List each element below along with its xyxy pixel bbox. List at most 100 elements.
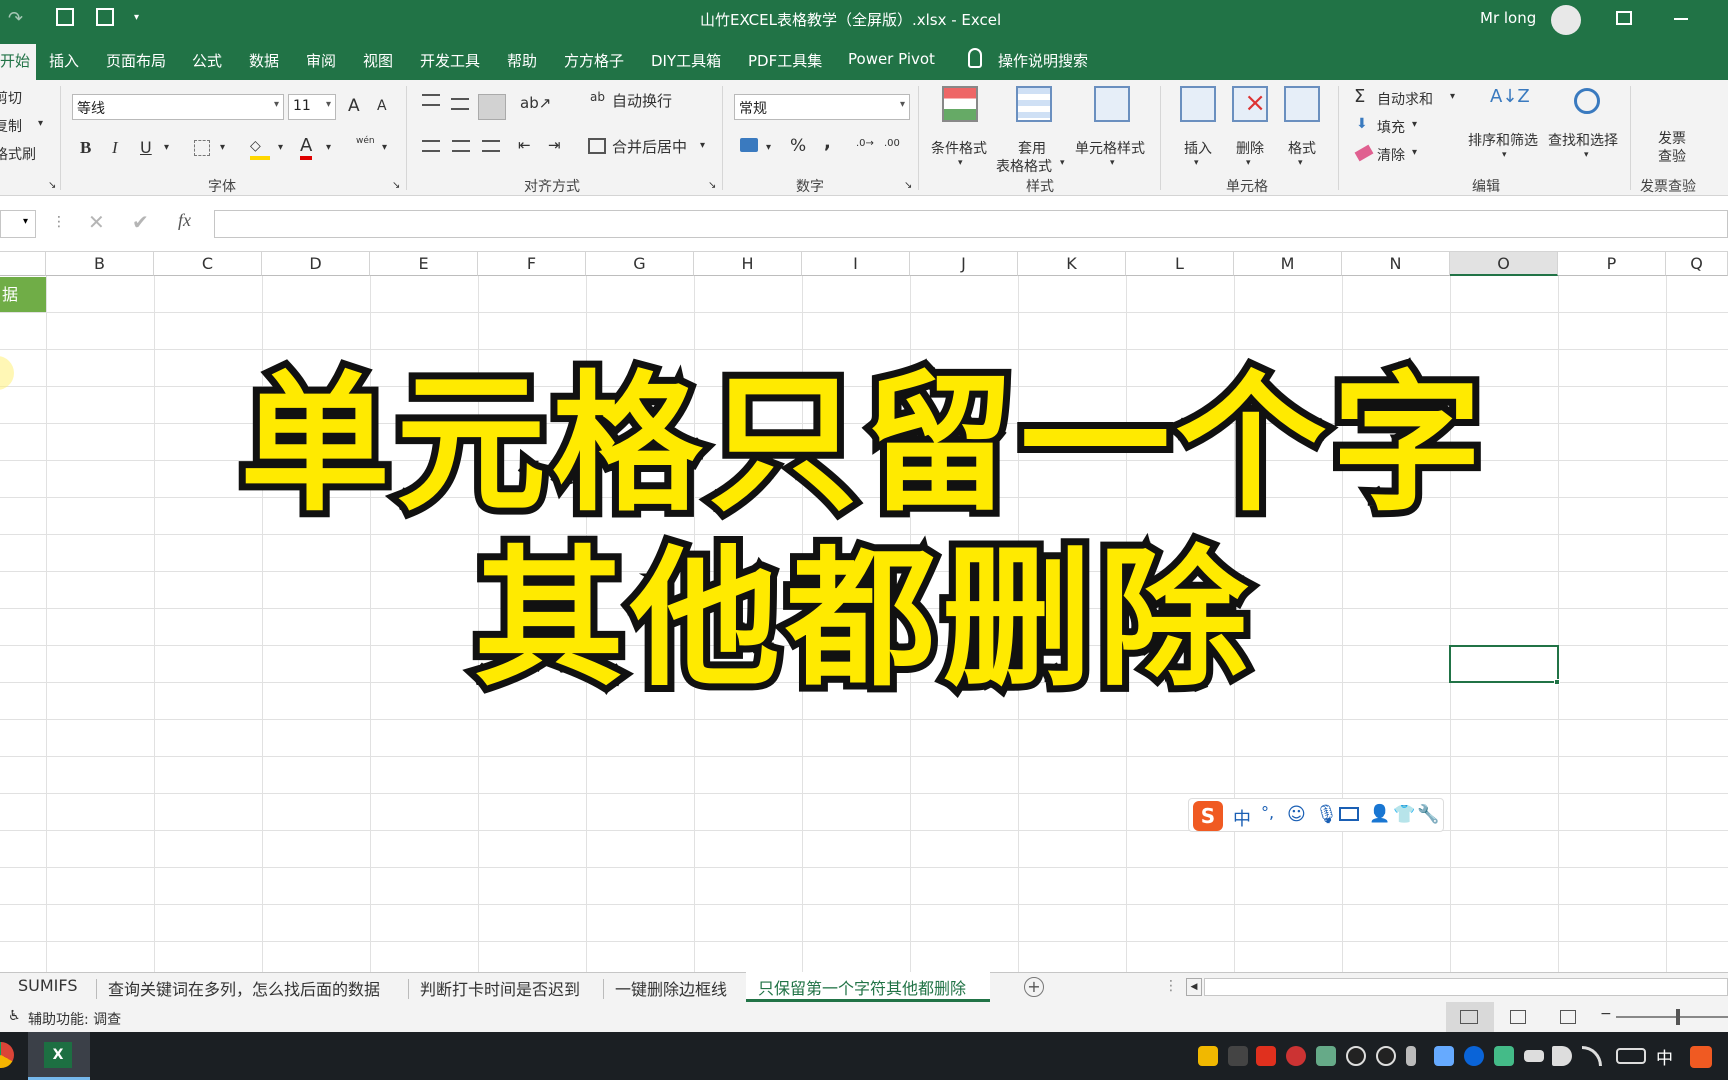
page-break-view-icon[interactable] [1560,1010,1576,1024]
selected-cell[interactable] [1449,645,1559,683]
align-left-icon[interactable] [422,140,440,152]
minimize-icon[interactable] [1674,18,1688,20]
orientation-icon[interactable]: ab↗ [520,94,551,112]
cancel-icon[interactable]: ✕ [88,210,105,234]
border-icon[interactable] [194,140,210,156]
conditional-format-button[interactable]: 条件格式 [931,138,987,158]
accounting-dropdown-icon[interactable]: ▾ [766,142,771,153]
wrap-text-button[interactable]: 自动换行 [612,90,672,111]
add-sheet-icon[interactable]: + [1024,977,1044,997]
tab-formulas[interactable]: 公式 [192,50,222,71]
enter-icon[interactable]: ✔ [132,210,149,234]
delete-cells-button[interactable]: 删除 [1236,138,1264,158]
decrease-decimal-icon[interactable]: .00 [884,138,900,149]
cloud-icon[interactable] [1494,1046,1514,1066]
skin-icon[interactable]: 👕 [1393,804,1415,825]
font-color-dropdown-icon[interactable]: ▾ [326,142,331,153]
customize-toolbar-icon[interactable]: ▾ [134,12,139,23]
copy-button[interactable]: 复制 [0,116,22,136]
underline-dropdown-icon[interactable]: ▾ [164,142,169,153]
excel-taskbar-button[interactable]: X [28,1032,90,1080]
cell-styles-dropdown-icon[interactable]: ▾ [1110,158,1115,168]
invoice-check-button-line2[interactable]: 查验 [1658,146,1686,166]
increase-decimal-icon[interactable]: .0→ [856,138,874,149]
sogou-tray-icon[interactable] [1256,1046,1276,1066]
bold-button[interactable]: B [80,138,91,158]
font-name-combo[interactable]: 等线 ▾ [72,94,284,120]
zoom-out-icon[interactable]: − [1600,1006,1612,1022]
tab-data[interactable]: 数据 [249,50,279,71]
font-launcher-icon[interactable]: ↘ [392,180,400,191]
more-options-icon[interactable]: ⋮ [1164,978,1178,994]
alignment-launcher-icon[interactable]: ↘ [708,180,716,191]
copy-dropdown-icon[interactable]: ▾ [38,118,43,129]
align-middle-icon[interactable] [451,98,469,110]
fill-dropdown-icon[interactable]: ▾ [1412,119,1417,130]
column-header-q[interactable]: Q [1666,252,1728,276]
invoice-check-button[interactable]: 发票 [1658,128,1686,148]
column-header-d[interactable]: D [262,252,370,276]
percent-button[interactable]: % [790,136,806,156]
sheet-tab-active[interactable]: 只保留第一个字符其他都删除 [746,972,990,1002]
zoom-slider[interactable] [1616,1009,1728,1025]
table-icon[interactable] [96,8,114,26]
format-cells-button[interactable]: 格式 [1288,138,1316,158]
fill-button[interactable]: 填充 [1377,117,1405,137]
taskbar-ime-indicator[interactable]: 中 [1656,1044,1673,1069]
fill-color-icon[interactable]: ◇ [250,138,270,160]
fill-handle[interactable] [1554,679,1560,685]
microphone-tray-icon[interactable] [1406,1046,1416,1066]
italic-button[interactable]: I [112,138,118,158]
print-preview-icon[interactable] [56,8,74,26]
tell-me-search[interactable]: 操作说明搜索 [998,50,1088,71]
cut-button[interactable]: 剪切 [0,88,22,108]
emoji-icon[interactable]: ☺ [1287,804,1306,825]
align-bottom-icon[interactable] [478,94,506,120]
tab-help[interactable]: 帮助 [507,50,537,71]
column-header-p[interactable]: P [1558,252,1666,276]
merge-center-button[interactable]: 合并后居中 [612,136,687,157]
column-header-i[interactable]: I [802,252,910,276]
g-app-icon[interactable] [1228,1046,1248,1066]
align-right-icon[interactable] [482,140,500,152]
ime-toolbar[interactable]: S 中 °, ☺ 🎙 👤 👕 🔧 [1188,798,1444,832]
wrench-icon[interactable]: 🔧 [1417,804,1439,825]
column-header-h[interactable]: H [694,252,802,276]
align-top-icon[interactable] [422,94,440,106]
merge-dropdown-icon[interactable]: ▾ [700,140,705,151]
horizontal-scrollbar[interactable] [1204,978,1728,996]
page-layout-view-icon[interactable] [1510,1010,1526,1024]
ribbon-display-icon[interactable] [1616,11,1632,25]
column-header-e[interactable]: E [370,252,478,276]
tab-fangfange[interactable]: 方方格子 [564,50,624,71]
insert-function-icon[interactable]: fx [178,210,191,231]
tab-review[interactable]: 审阅 [306,50,336,71]
autosum-button[interactable]: 自动求和 [1377,89,1433,109]
insert-cells-button[interactable]: 插入 [1184,138,1212,158]
comma-button[interactable]: , [824,132,831,153]
number-format-combo[interactable]: 常规 ▾ [734,94,910,120]
undo-icon[interactable]: ↷ [8,8,23,29]
column-header-n[interactable]: N [1342,252,1450,276]
column-header-b[interactable]: B [46,252,154,276]
autosum-dropdown-icon[interactable]: ▾ [1450,91,1455,102]
touch-keyboard-icon[interactable] [1616,1048,1646,1064]
border-dropdown-icon[interactable]: ▾ [220,142,225,153]
column-header-l[interactable]: L [1126,252,1234,276]
user-icon[interactable]: 👤 [1369,804,1390,824]
ime-mode-indicator[interactable]: 中 [1233,805,1251,831]
column-header-a[interactable] [0,252,46,276]
decrease-indent-icon[interactable]: ⇤ [518,136,531,154]
conditional-format-dropdown-icon[interactable]: ▾ [958,158,963,168]
tab-insert[interactable]: 插入 [49,50,79,71]
qq-icon-2[interactable] [1376,1046,1396,1066]
align-center-icon[interactable] [452,140,470,152]
tab-pdf-tools[interactable]: PDF工具集 [748,50,822,71]
more-options-icon[interactable]: ⋮ [52,214,66,230]
cell-styles-button[interactable]: 单元格样式 [1075,138,1145,158]
grow-font-button[interactable]: A [348,96,360,116]
sheet-tab-multi-column-lookup[interactable]: 查询关键词在多列，怎么找后面的数据 [108,976,380,1000]
shield-icon[interactable] [1198,1046,1218,1066]
chrome-icon[interactable] [0,1042,14,1068]
scroll-left-icon[interactable]: ◀ [1186,978,1202,996]
